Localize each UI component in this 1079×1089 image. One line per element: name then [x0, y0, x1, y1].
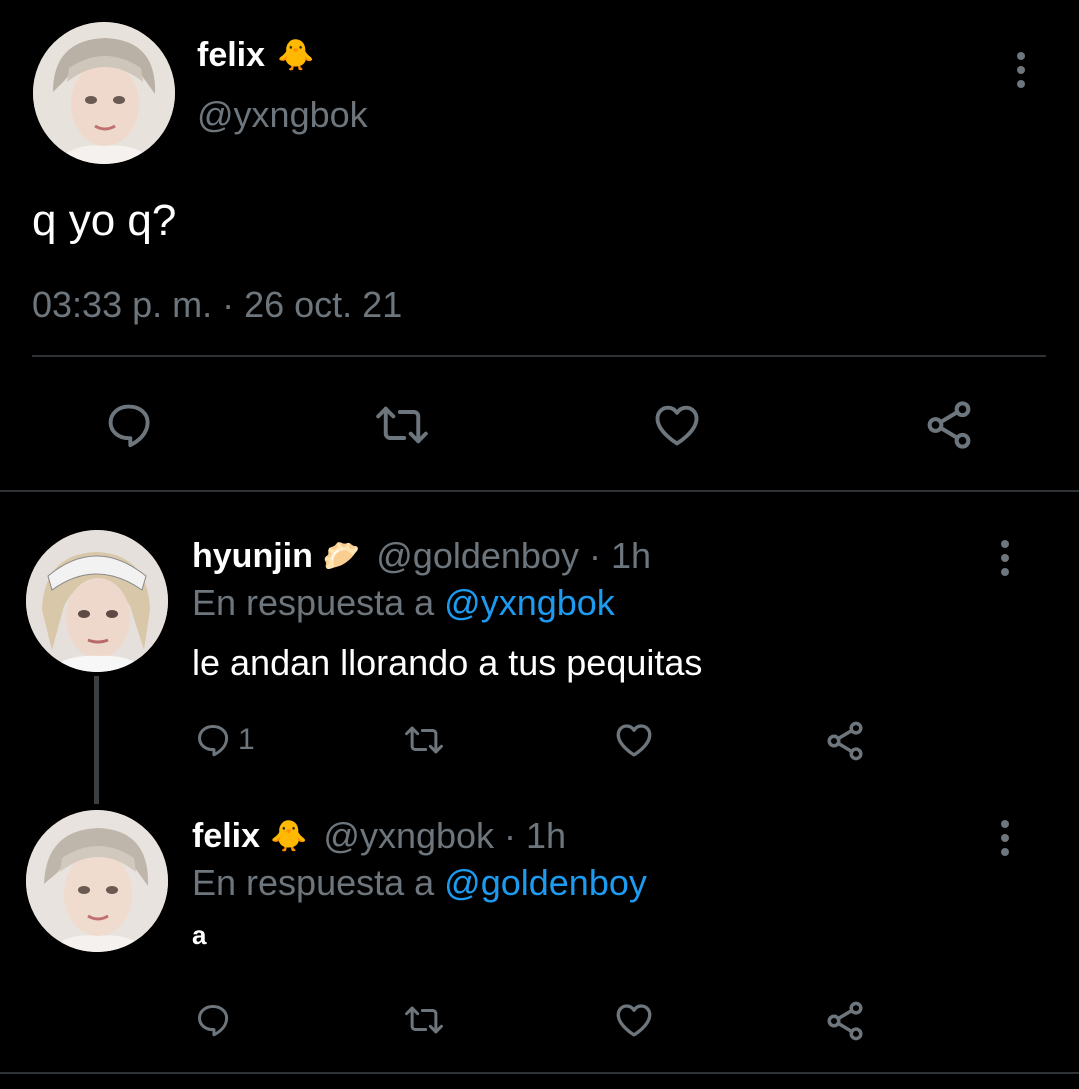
retweet-button[interactable]: [370, 396, 434, 454]
reply-to-link[interactable]: @goldenboy: [444, 862, 647, 903]
reply-icon: [198, 1005, 229, 1037]
share-button[interactable]: [822, 718, 868, 764]
reply-author-name[interactable]: felix: [192, 817, 260, 856]
retweet-button[interactable]: [398, 1000, 450, 1040]
reply-button[interactable]: [194, 1000, 232, 1040]
share-icon: [927, 401, 971, 449]
reply-age: · 1h: [504, 815, 567, 856]
avatar-photo: [26, 530, 168, 672]
reply-text: le andan llorando a tus pequitas: [192, 642, 703, 683]
avatar-photo: [26, 810, 168, 952]
retweet-button[interactable]: [398, 720, 450, 760]
like-button[interactable]: [610, 718, 658, 762]
heart-icon: [655, 405, 699, 446]
section-divider: [0, 1072, 1079, 1074]
avatar-photo: [33, 22, 175, 164]
chick-emoji-icon: 🐥: [277, 38, 315, 72]
chick-emoji-icon: 🐥: [270, 819, 308, 853]
tweet-timestamp: 03:33 p. m. · 26 oct. 21: [32, 284, 403, 325]
retweet-icon: [405, 1006, 443, 1034]
share-button[interactable]: [822, 998, 868, 1044]
reply-author-handle[interactable]: @goldenboy: [376, 535, 579, 577]
main-tweet-author[interactable]: felix 🐥: [197, 34, 314, 76]
like-button[interactable]: [610, 998, 658, 1042]
reply-icon: [108, 404, 150, 448]
reply-avatar[interactable]: [26, 530, 168, 672]
reply-text: a: [192, 920, 207, 950]
section-divider: [0, 490, 1079, 492]
reply-age: · 1h: [588, 535, 651, 576]
reply-author-name[interactable]: hyunjin: [192, 537, 313, 576]
reply-count: 1: [238, 723, 255, 756]
author-handle[interactable]: @yxngbok: [197, 94, 368, 136]
tweet-text: q yo q?: [32, 196, 177, 245]
reply-context: En respuesta a @goldenboy: [192, 862, 647, 904]
divider: [32, 355, 1046, 357]
reply-button[interactable]: [100, 396, 158, 454]
share-button[interactable]: [920, 396, 978, 454]
reply-to-link[interactable]: @yxngbok: [444, 582, 615, 623]
reply-header: hyunjin 🥟 @goldenboy · 1h: [192, 534, 651, 578]
more-options-icon[interactable]: [1000, 540, 1010, 576]
retweet-icon: [405, 726, 443, 754]
dumpling-emoji-icon: 🥟: [322, 539, 361, 573]
like-button[interactable]: [648, 396, 706, 454]
reply-context-prefix: En respuesta a: [192, 582, 435, 623]
thread-line: [94, 676, 99, 804]
retweet-icon: [376, 406, 428, 444]
share-icon: [827, 721, 863, 761]
author-name[interactable]: felix: [197, 36, 265, 75]
reply-avatar[interactable]: [26, 810, 168, 952]
main-tweet-avatar[interactable]: [33, 22, 175, 164]
reply-header: felix 🐥 @yxngbok · 1h: [192, 814, 566, 858]
reply-context-prefix: En respuesta a: [192, 862, 435, 903]
reply-context: En respuesta a @yxngbok: [192, 582, 615, 624]
more-options-icon[interactable]: [1000, 820, 1010, 856]
heart-icon: [616, 724, 652, 757]
reply-button[interactable]: 1: [194, 720, 255, 760]
reply-author-handle[interactable]: @yxngbok: [323, 815, 494, 857]
share-icon: [827, 1001, 863, 1041]
reply-icon: [198, 725, 229, 757]
heart-icon: [616, 1004, 652, 1037]
more-options-icon[interactable]: [1016, 52, 1026, 88]
